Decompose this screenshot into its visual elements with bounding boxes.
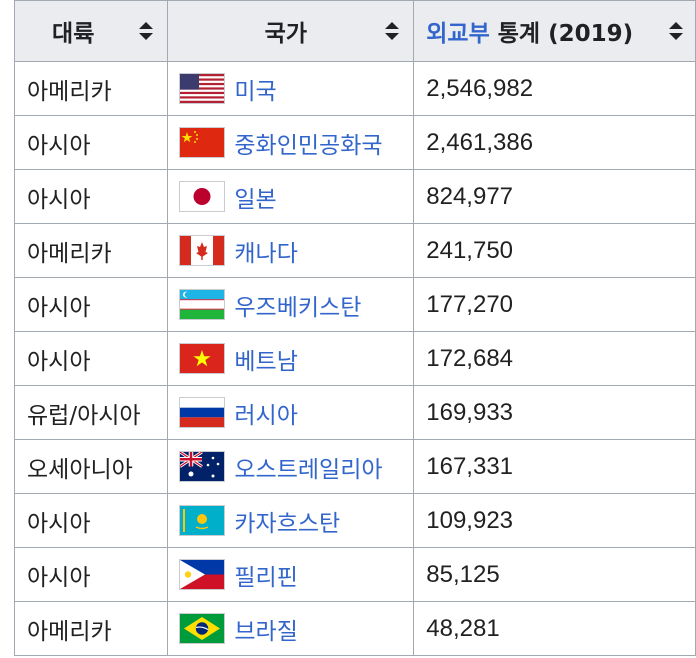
country-link[interactable]: 우즈베키스탄: [234, 295, 361, 321]
continent-cell: 아메리카: [13, 601, 169, 656]
country-link[interactable]: 카자흐스탄: [234, 511, 340, 537]
sort-icon[interactable]: [139, 22, 154, 40]
visitor-count-cell: 177,270: [413, 277, 696, 332]
visitor-count-cell: 2,461,386: [413, 115, 696, 170]
continent-cell: 아시아: [13, 169, 169, 224]
continent-cell: 아시아: [13, 277, 169, 332]
table-row: 아시아 베트남 172,684: [13, 331, 696, 386]
sort-icon[interactable]: [385, 22, 400, 40]
visitor-count-cell: 241,750: [413, 223, 696, 278]
header-statistics-label: 통계 (2019): [489, 21, 634, 47]
country-link[interactable]: 중화인민공화국: [234, 133, 382, 159]
table-row: 아메리카 캐나다 241,750: [13, 223, 696, 278]
country-cell: 일본: [167, 169, 415, 224]
table-row: 아메리카 브라질 48,281: [13, 601, 696, 656]
vietnam-flag-icon[interactable]: [180, 344, 225, 373]
table-wrapper: 대륙 국가 외교부 통계 (2019) 아메리카 미국 2,546,982 아시아 중화…: [13, 0, 696, 656]
country-link[interactable]: 브라질: [234, 619, 297, 645]
visitor-count-cell: 824,977: [413, 169, 696, 224]
table-row: 아메리카 미국 2,546,982: [13, 61, 696, 116]
table-row: 아시아 우즈베키스탄 177,270: [13, 277, 696, 332]
country-link[interactable]: 필리핀: [234, 565, 297, 591]
visitor-count-cell: 109,923: [413, 493, 696, 548]
visitor-count-cell: 167,331: [413, 439, 696, 494]
philippines-flag-icon[interactable]: [180, 560, 225, 589]
header-mofa-link[interactable]: 외교부: [426, 21, 489, 47]
country-cell: 베트남: [167, 331, 415, 386]
continent-cell: 오세아니아: [13, 439, 169, 494]
kazakhstan-flag-icon[interactable]: [180, 506, 225, 535]
table-row: 유럽/아시아 러시아 169,933: [13, 385, 696, 440]
visitor-count-cell: 172,684: [413, 331, 696, 386]
country-link[interactable]: 캐나다: [234, 241, 297, 267]
japan-flag-icon[interactable]: [180, 182, 225, 211]
header-country[interactable]: 국가: [167, 0, 415, 62]
country-link[interactable]: 러시아: [234, 403, 297, 429]
visitor-count-cell: 85,125: [413, 547, 696, 602]
brazil-flag-icon[interactable]: [180, 614, 225, 643]
country-cell: 중화인민공화국: [167, 115, 415, 170]
country-cell: 캐나다: [167, 223, 415, 278]
country-cell: 브라질: [167, 601, 415, 656]
country-cell: 미국: [167, 61, 415, 116]
country-link[interactable]: 일본: [234, 187, 276, 213]
visitor-statistics-table: 대륙 국가 외교부 통계 (2019) 아메리카 미국 2,546,982 아시아 중화…: [13, 0, 696, 656]
continent-cell: 아메리카: [13, 61, 169, 116]
usa-flag-icon[interactable]: [180, 74, 225, 103]
continent-cell: 아시아: [13, 493, 169, 548]
country-cell: 오스트레일리아: [167, 439, 415, 494]
header-statistics[interactable]: 외교부 통계 (2019): [413, 0, 696, 62]
country-cell: 우즈베키스탄: [167, 277, 415, 332]
australia-flag-icon[interactable]: [180, 452, 225, 481]
country-cell: 카자흐스탄: [167, 493, 415, 548]
continent-cell: 유럽/아시아: [13, 385, 169, 440]
header-continent-label: 대륙: [52, 21, 95, 47]
continent-cell: 아시아: [13, 331, 169, 386]
country-link[interactable]: 미국: [234, 79, 276, 105]
visitor-count-cell: 2,546,982: [413, 61, 696, 116]
table-row: 아시아 카자흐스탄 109,923: [13, 493, 696, 548]
visitor-count-cell: 169,933: [413, 385, 696, 440]
country-link[interactable]: 오스트레일리아: [234, 457, 382, 483]
header-continent[interactable]: 대륙: [13, 0, 169, 62]
uzbekistan-flag-icon[interactable]: [180, 290, 225, 319]
continent-cell: 아시아: [13, 115, 169, 170]
continent-cell: 아시아: [13, 547, 169, 602]
canada-flag-icon[interactable]: [180, 236, 225, 265]
country-cell: 필리핀: [167, 547, 415, 602]
continent-cell: 아메리카: [13, 223, 169, 278]
header-row: 대륙 국가 외교부 통계 (2019): [13, 0, 696, 62]
table-row: 아시아 일본 824,977: [13, 169, 696, 224]
visitor-count-cell: 48,281: [413, 601, 696, 656]
table-body: 아메리카 미국 2,546,982 아시아 중화인민공화국 2,461,386 아시아 일본 8…: [13, 61, 696, 656]
table-row: 오세아니아 오스트레일리아 167,331: [13, 439, 696, 494]
sort-icon[interactable]: [669, 22, 683, 40]
russia-flag-icon[interactable]: [180, 398, 225, 427]
china-flag-icon[interactable]: [180, 128, 225, 157]
country-link[interactable]: 베트남: [234, 349, 297, 375]
country-cell: 러시아: [167, 385, 415, 440]
table-row: 아시아 중화인민공화국 2,461,386: [13, 115, 696, 170]
table-row: 아시아 필리핀 85,125: [13, 547, 696, 602]
header-country-label: 국가: [264, 21, 307, 47]
